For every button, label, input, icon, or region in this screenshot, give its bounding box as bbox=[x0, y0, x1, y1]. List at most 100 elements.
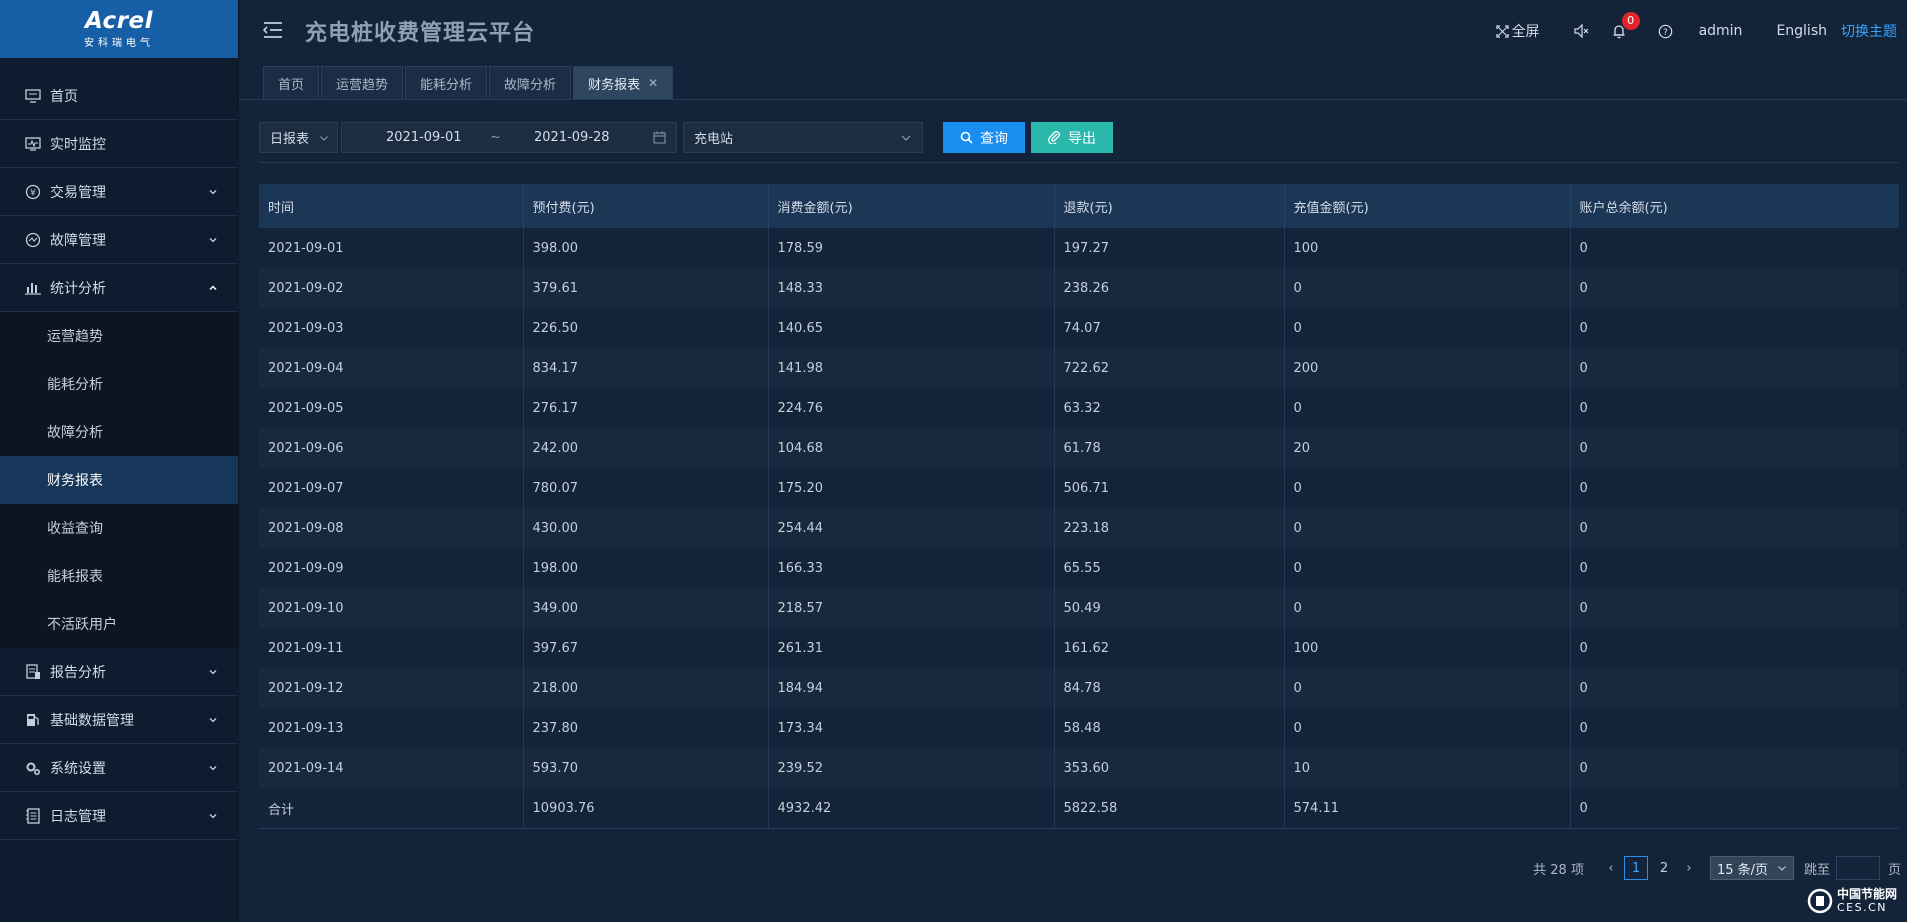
sidebar-item-label: 交易管理 bbox=[50, 184, 106, 201]
table-row: 2021-09-14 593.70 239.52 353.60 10 0 bbox=[259, 748, 1899, 788]
next-page-icon[interactable]: › bbox=[1678, 861, 1700, 876]
sidebar-item-system-settings[interactable]: 系统设置 bbox=[0, 744, 238, 792]
tab-fault-analysis[interactable]: 故障分析 bbox=[489, 66, 572, 99]
table-cell: 0 bbox=[1579, 480, 1588, 496]
table-cell: 0 bbox=[1579, 640, 1588, 656]
close-icon[interactable]: ✕ bbox=[648, 76, 658, 90]
column-header-consumption: 消费金额(元) bbox=[768, 184, 1055, 228]
switch-theme-link[interactable]: 切换主题 bbox=[1841, 21, 1897, 41]
table-cell: 2021-09-09 bbox=[259, 548, 524, 588]
export-label: 导出 bbox=[1068, 129, 1096, 146]
sidebar-item-label: 首页 bbox=[50, 88, 78, 105]
tab-divider bbox=[239, 99, 1907, 100]
user-menu[interactable]: admin bbox=[1699, 23, 1743, 39]
date-range-picker[interactable]: 2021-09-01 ~ 2021-09-28 bbox=[341, 122, 677, 153]
table-cell: 2021-09-10 bbox=[259, 588, 524, 628]
mute-icon[interactable] bbox=[1573, 24, 1590, 38]
table-cell: 2021-09-06 bbox=[259, 428, 524, 468]
page-button-1[interactable]: 1 bbox=[1623, 856, 1648, 880]
export-button[interactable]: 导出 bbox=[1031, 122, 1113, 153]
fullscreen-label: 全屏 bbox=[1511, 24, 1540, 40]
page-button-2[interactable]: 2 bbox=[1652, 856, 1676, 880]
table-row: 2021-09-05 276.17 224.76 63.32 0 0 bbox=[259, 388, 1899, 428]
filter-bar: 日报表 2021-09-01 ~ 2021-09-28 充电站 查询 导出 bbox=[259, 122, 1113, 153]
watermark-logo-icon bbox=[1807, 888, 1833, 914]
table-cell: 223.18 bbox=[1054, 508, 1285, 548]
report-type-select[interactable]: 日报表 bbox=[259, 122, 338, 153]
svg-text:¥: ¥ bbox=[30, 188, 36, 198]
table-row: 2021-09-10 349.00 218.57 50.49 0 0 bbox=[259, 588, 1899, 628]
sidebar-item-logs[interactable]: 日志管理 bbox=[0, 792, 238, 840]
table-cell: 2021-09-04 bbox=[259, 348, 524, 388]
side-menu: 首页 实时监控 ¥ 交易管理 故障管理 统计分析 运营趋势 能耗分析 故障分析 … bbox=[0, 72, 238, 840]
table-cell: 2021-09-08 bbox=[259, 508, 524, 548]
table-body: 2021-09-01 398.00 178.59 197.27 100 0 2021-09-… bbox=[259, 228, 1899, 828]
table-row: 2021-09-04 834.17 141.98 722.62 200 0 bbox=[259, 348, 1899, 388]
log-icon bbox=[24, 807, 42, 825]
table-cell: 0 bbox=[1579, 600, 1588, 616]
station-select[interactable]: 充电站 bbox=[683, 122, 923, 153]
sidebar-subitem-financial-report[interactable]: 财务报表 bbox=[0, 456, 238, 504]
pagination: 共 28 项 ‹ 1 2 › 15 条/页 跳至 页 bbox=[1533, 856, 1901, 880]
table-row: 2021-09-01 398.00 178.59 197.27 100 0 bbox=[259, 228, 1899, 268]
column-header-prepaid: 预付费(元) bbox=[523, 184, 769, 228]
sidebar-item-label: 实时监控 bbox=[50, 136, 106, 153]
jump-page-input[interactable] bbox=[1835, 856, 1880, 880]
table-cell: 184.94 bbox=[768, 668, 1055, 708]
fullscreen-button[interactable]: 全屏 bbox=[1495, 21, 1540, 41]
table-cell: 226.50 bbox=[523, 308, 769, 348]
calendar-icon bbox=[653, 131, 666, 148]
table-cell: 353.60 bbox=[1054, 748, 1285, 788]
money-icon: ¥ bbox=[24, 183, 42, 201]
language-switch[interactable]: English bbox=[1776, 23, 1827, 39]
table-cell: 238.26 bbox=[1054, 268, 1285, 308]
tab-energy-analysis[interactable]: 能耗分析 bbox=[405, 66, 488, 99]
query-button[interactable]: 查询 bbox=[943, 122, 1025, 153]
sidebar-item-monitor[interactable]: 实时监控 bbox=[0, 120, 238, 168]
sidebar-item-faults[interactable]: 故障管理 bbox=[0, 216, 238, 264]
logo-text: Acrel bbox=[84, 8, 154, 34]
jump-label: 跳至 bbox=[1803, 862, 1830, 878]
sidebar-subitem-inactive-users[interactable]: 不活跃用户 bbox=[0, 600, 238, 648]
date-end[interactable]: 2021-09-28 bbox=[534, 130, 610, 145]
table-cell: 0 bbox=[1579, 680, 1588, 696]
sidebar-subitem-fault-analysis[interactable]: 故障分析 bbox=[0, 408, 238, 456]
table-cell: 218.57 bbox=[768, 588, 1055, 628]
sidebar: Acrel 安科瑞电气 首页 实时监控 ¥ 交易管理 故障管理 统计分析 运营趋… bbox=[0, 0, 239, 922]
sidebar-item-statistics[interactable]: 统计分析 bbox=[0, 264, 238, 312]
help-icon[interactable]: ? bbox=[1658, 24, 1673, 39]
sidebar-item-report-analysis[interactable]: 报告分析 bbox=[0, 648, 238, 696]
report-icon bbox=[24, 663, 42, 681]
table-cell: 379.61 bbox=[523, 268, 769, 308]
table-cell: 224.76 bbox=[768, 388, 1055, 428]
chevron-down-icon bbox=[208, 235, 218, 245]
tab-financial-report[interactable]: 财务报表 ✕ bbox=[573, 66, 674, 99]
tab-operation-trend[interactable]: 运营趋势 bbox=[321, 66, 404, 99]
sidebar-subitem-revenue-query[interactable]: 收益查询 bbox=[0, 504, 238, 552]
menu-toggle-icon[interactable] bbox=[262, 21, 283, 41]
table-cell: 2021-09-01 bbox=[259, 228, 524, 268]
stats-icon bbox=[24, 279, 42, 297]
sidebar-subitem-energy-analysis[interactable]: 能耗分析 bbox=[0, 360, 238, 408]
prev-page-icon[interactable]: ‹ bbox=[1600, 861, 1622, 876]
header-actions: 全屏 0 ? admin English 切换主题 bbox=[1470, 0, 1897, 62]
table-cell: 430.00 bbox=[523, 508, 769, 548]
table-cell: 398.00 bbox=[523, 228, 769, 268]
table-cell: 2021-09-12 bbox=[259, 668, 524, 708]
notification-button[interactable]: 0 bbox=[1612, 11, 1640, 39]
table-cell: 2021-09-05 bbox=[259, 388, 524, 428]
date-start[interactable]: 2021-09-01 bbox=[386, 130, 462, 145]
sidebar-item-basic-data[interactable]: 基础数据管理 bbox=[0, 696, 238, 744]
table-row: 2021-09-08 430.00 254.44 223.18 0 0 bbox=[259, 508, 1899, 548]
sidebar-item-transactions[interactable]: ¥ 交易管理 bbox=[0, 168, 238, 216]
page-size-select[interactable]: 15 条/页 bbox=[1709, 856, 1794, 880]
sidebar-item-home[interactable]: 首页 bbox=[0, 72, 238, 120]
table-cell: 0 bbox=[1579, 440, 1588, 456]
table-cell: 166.33 bbox=[768, 548, 1055, 588]
tab-home[interactable]: 首页 bbox=[263, 66, 320, 99]
gear-icon bbox=[24, 759, 42, 777]
sidebar-subitem-energy-report[interactable]: 能耗报表 bbox=[0, 552, 238, 600]
sidebar-subitem-operation-trend[interactable]: 运营趋势 bbox=[0, 312, 238, 360]
table-cell: 2021-09-03 bbox=[259, 308, 524, 348]
table-cell: 506.71 bbox=[1054, 468, 1285, 508]
